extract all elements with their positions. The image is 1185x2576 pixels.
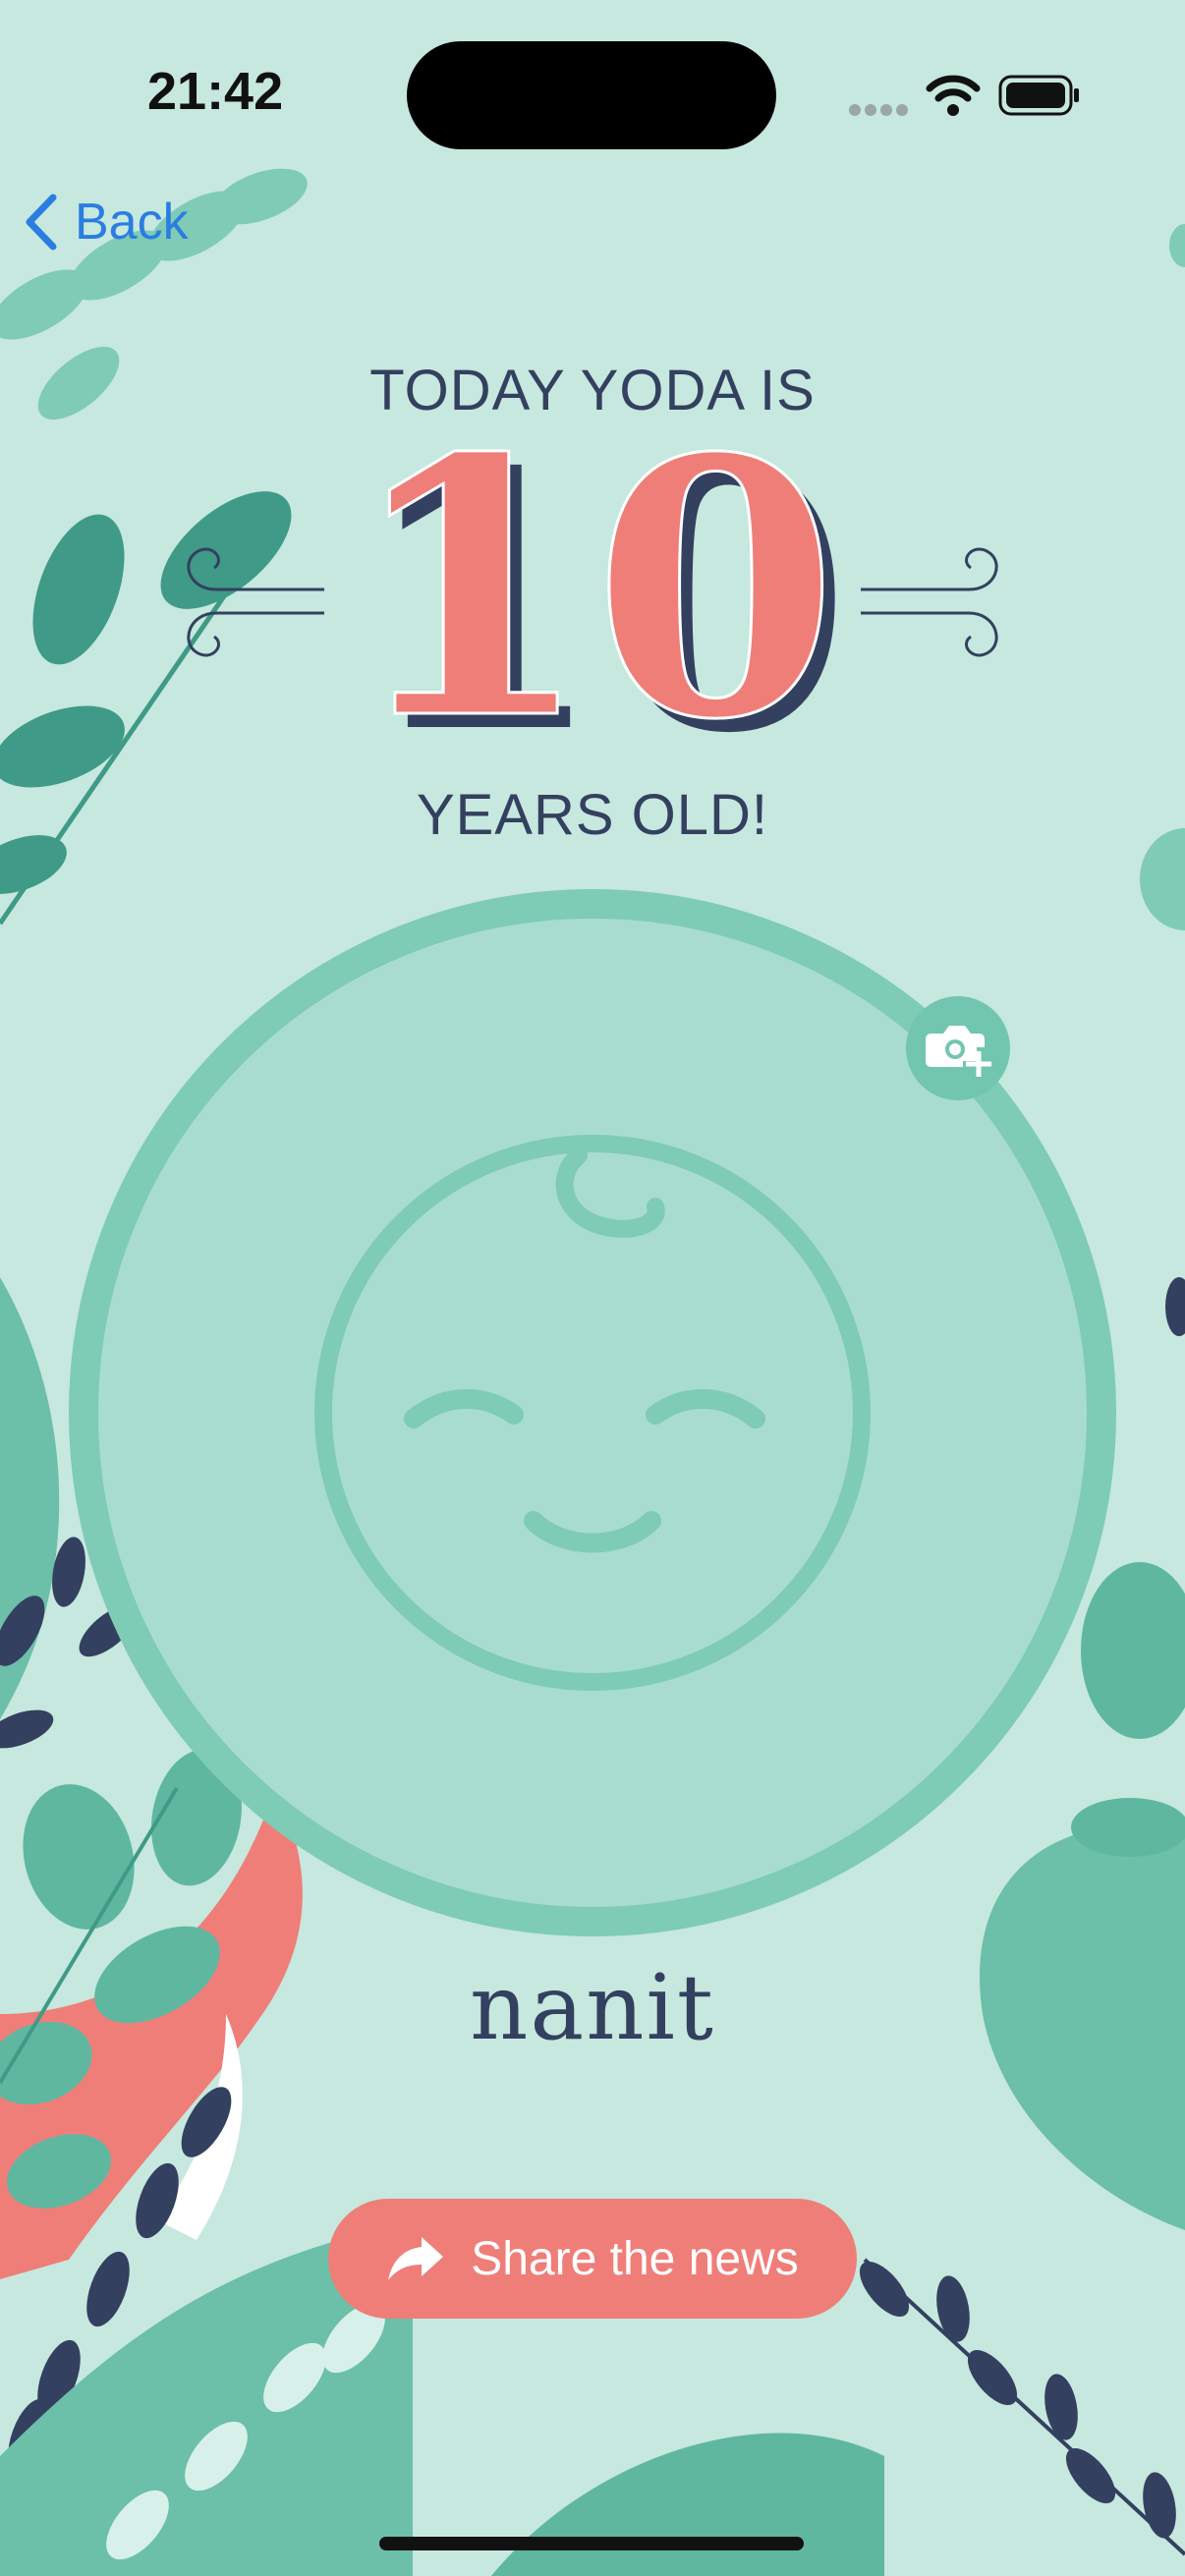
brand-logo: nanit: [470, 1955, 715, 2060]
baby-face-icon: [314, 1135, 871, 1691]
back-label: Back: [75, 194, 189, 251]
headline-line1: TODAY YODA IS: [369, 359, 816, 422]
share-label: Share the news: [471, 2232, 799, 2285]
share-arrow-icon: [388, 2237, 444, 2280]
battery-icon: [998, 75, 1079, 116]
back-button[interactable]: Back: [22, 193, 189, 252]
signal-icon: [849, 104, 908, 116]
age-number: 10 10: [345, 432, 851, 756]
add-photo-button[interactable]: [906, 996, 1010, 1100]
wifi-icon: [926, 75, 981, 116]
back-chevron-icon: [26, 194, 57, 251]
headline-line2: YEARS OLD!: [416, 783, 769, 847]
svg-text:10: 10: [347, 432, 839, 756]
share-button[interactable]: Share the news: [328, 2199, 857, 2319]
dynamic-island: [407, 41, 776, 149]
home-indicator: [379, 2537, 804, 2550]
camera-plus-icon: [926, 1026, 991, 1077]
status-time: 21:42: [147, 62, 284, 121]
